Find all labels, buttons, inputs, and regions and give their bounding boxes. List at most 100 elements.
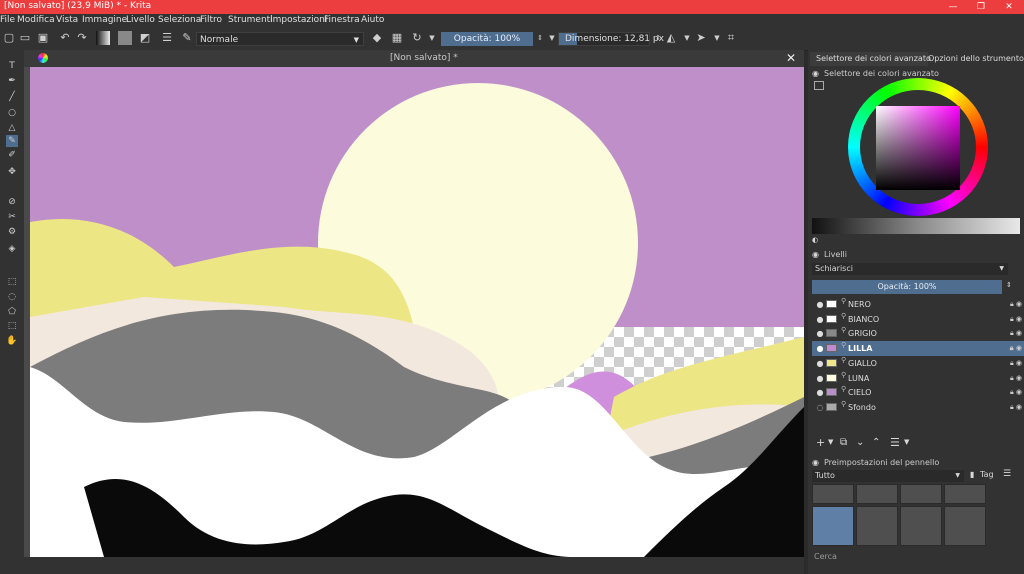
close-window-button[interactable]: ✕ <box>996 0 1022 14</box>
layer-lock-icon[interactable]: 🔒︎ ◉ <box>1010 312 1022 327</box>
brush-preset-selected[interactable] <box>812 506 854 546</box>
move-layer-down-icon[interactable]: ⌄ <box>856 437 864 448</box>
add-layer-icon[interactable]: + <box>816 436 825 449</box>
menu-file[interactable]: File <box>0 15 15 25</box>
move-tool-icon[interactable]: ✥ <box>6 166 18 178</box>
brush-preset-icon[interactable]: ✎ <box>180 31 194 45</box>
layer-lock-icon[interactable]: 🔒︎ ◉ <box>1010 400 1022 415</box>
ellipse-select-icon[interactable]: ◌ <box>6 291 18 303</box>
gray-shade-strip[interactable] <box>812 218 1020 234</box>
brush-tag-label[interactable]: Tag <box>980 470 994 479</box>
reset-icon[interactable]: ◐ <box>812 236 818 244</box>
close-canvas-button[interactable]: ✕ <box>786 51 796 65</box>
save-icon[interactable]: ▣ <box>36 31 50 45</box>
layer-blend-select[interactable]: Schiarisci ▼ <box>812 263 1008 275</box>
layer-row[interactable]: ◌ ⚲ Sfondo 🔒︎ ◉ <box>812 400 1024 415</box>
duplicate-layer-icon[interactable]: ⧉ <box>840 437 847 448</box>
brush-search-input[interactable]: Cerca <box>814 552 837 561</box>
crop-icon[interactable]: ⌗ <box>724 31 738 45</box>
visibility-eye-icon[interactable]: ● <box>815 356 825 371</box>
canvas-area[interactable] <box>24 67 804 557</box>
brush-preset[interactable] <box>812 484 854 504</box>
tab-advanced-color-selector[interactable]: Selettore dei colori avanzato <box>810 52 931 66</box>
new-document-icon[interactable]: ▢ <box>2 31 16 45</box>
maximize-button[interactable]: ❐ <box>968 0 994 14</box>
layer-lock-icon[interactable]: 🔒︎ ◉ <box>1010 326 1022 341</box>
brush-preset[interactable] <box>856 506 898 546</box>
visibility-eye-icon[interactable]: ● <box>815 326 825 341</box>
visibility-eye-icon[interactable]: ● <box>815 297 825 312</box>
smart-patch-icon[interactable]: ✂ <box>6 211 18 223</box>
menu-finestra[interactable]: Finestra <box>324 15 360 25</box>
menu-livello[interactable]: Livello <box>126 15 155 25</box>
chevron-down-icon[interactable]: ▼ <box>904 438 909 446</box>
tag-icon[interactable]: ▮ <box>970 470 974 479</box>
visibility-eye-icon[interactable]: ◌ <box>815 400 825 415</box>
visibility-eye-icon[interactable]: ● <box>815 341 825 356</box>
panel-toggle-icon[interactable]: ◉ <box>812 250 819 259</box>
dynamic-brush-tool-icon[interactable]: ✐ <box>6 149 18 161</box>
visibility-eye-icon[interactable]: ● <box>815 385 825 400</box>
layer-opacity-stepper-icon[interactable]: ⇕ <box>1006 281 1012 289</box>
menu-strumenti[interactable]: Strumenti <box>228 15 273 25</box>
polyline-tool-icon[interactable]: △ <box>6 122 18 134</box>
chevron-down-icon[interactable]: ▼ <box>828 438 833 446</box>
layer-lock-icon[interactable]: 🔒︎ ◉ <box>1010 297 1022 312</box>
menu-modifica[interactable]: Modifica <box>17 15 55 25</box>
calligraphy-tool-icon[interactable]: ✒ <box>6 75 18 87</box>
visibility-eye-icon[interactable]: ● <box>815 371 825 386</box>
freehand-brush-tool-icon[interactable]: ✎ <box>6 135 18 147</box>
tab-tool-options[interactable]: Opzioni dello strumento <box>928 52 1024 66</box>
mirror-horizontal-icon[interactable]: ◭ <box>664 31 678 45</box>
rect-select-icon[interactable]: ⬚ <box>6 276 18 288</box>
line-tool-icon[interactable]: ╱ <box>6 91 18 103</box>
contiguous-select-icon[interactable]: ⬚ <box>6 320 18 332</box>
gradient-icon[interactable] <box>96 31 110 45</box>
color-settings-icon[interactable] <box>814 81 824 90</box>
menu-vista[interactable]: Vista <box>56 15 78 25</box>
opacity-slider[interactable]: Opacità: 100% <box>441 32 533 46</box>
open-document-icon[interactable]: ▭ <box>18 31 32 45</box>
chevron-down-icon[interactable]: ▼ <box>425 31 439 45</box>
brush-filter-select[interactable]: Tutto ▼ <box>812 470 964 482</box>
brush-preset[interactable] <box>900 506 942 546</box>
minimize-button[interactable]: — <box>940 0 966 14</box>
assistant-tool-icon[interactable]: ⚙ <box>6 226 18 238</box>
brush-preset[interactable] <box>944 506 986 546</box>
brush-settings-icon[interactable]: ☰ <box>1003 469 1011 479</box>
color-swap-icon[interactable]: ◩ <box>138 31 152 45</box>
size-slider[interactable]: Dimensione: 12,81 px <box>558 32 664 46</box>
menu-immagine[interactable]: Immagine <box>82 15 127 25</box>
menu-filtro[interactable]: Filtro <box>200 15 222 25</box>
canvas-tab-title[interactable]: [Non salvato] * <box>390 53 458 63</box>
layer-lock-icon[interactable]: 🔒︎ ◉ <box>1010 385 1022 400</box>
chevron-down-icon[interactable]: ▼ <box>680 31 694 45</box>
layer-opacity-slider[interactable]: Opacità: 100% <box>812 280 1002 294</box>
layer-lock-icon[interactable]: 🔒︎ ◉ <box>1010 356 1022 371</box>
pan-tool-icon[interactable]: ✋ <box>6 335 18 347</box>
layer-lock-icon[interactable]: 🔒︎ ◉ <box>1010 371 1022 386</box>
mirror-vertical-icon[interactable]: ➤ <box>694 31 708 45</box>
alpha-lock-icon[interactable]: ▦ <box>390 31 404 45</box>
color-picker-icon[interactable]: ⊘ <box>6 196 18 208</box>
menu-aiuto[interactable]: Aiuto <box>361 15 384 25</box>
eraser-icon[interactable]: ◆ <box>370 31 384 45</box>
polygon-select-icon[interactable]: ⬠ <box>6 306 18 318</box>
panel-toggle-icon[interactable]: ◉ <box>812 69 819 78</box>
redo-icon[interactable]: ↷ <box>75 31 89 45</box>
brush-preset[interactable] <box>856 484 898 504</box>
brush-preset[interactable] <box>944 484 986 504</box>
layer-properties-icon[interactable]: ☰ <box>890 436 900 449</box>
saturation-value-square[interactable] <box>876 106 960 190</box>
chevron-down-icon[interactable]: ▼ <box>545 31 559 45</box>
chevron-down-icon[interactable]: ▼ <box>710 31 724 45</box>
menu-impostazioni[interactable]: Impostazioni <box>270 15 327 25</box>
visibility-eye-icon[interactable]: ● <box>815 312 825 327</box>
menu-seleziona[interactable]: Seleziona <box>158 15 201 25</box>
brush-settings-icon[interactable]: ☰ <box>160 31 174 45</box>
pattern-icon[interactable] <box>118 31 132 45</box>
panel-toggle-icon[interactable]: ◉ <box>812 458 819 467</box>
blend-mode-select[interactable]: Normale ▼ <box>196 32 364 46</box>
size-stepper-icon[interactable]: ⇕ <box>651 31 665 45</box>
brush-preset[interactable] <box>900 484 942 504</box>
